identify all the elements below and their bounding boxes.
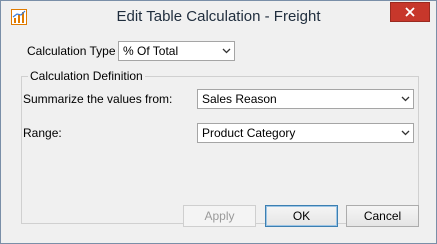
range-value: Product Category [202,126,296,140]
cancel-button[interactable]: Cancel [346,205,419,227]
calculation-type-value: % Of Total [123,44,179,58]
dialog-content: Calculation Type % Of Total Calculation … [9,32,428,234]
calculation-type-dropdown[interactable]: % Of Total [118,41,235,61]
calculation-definition-label: Calculation Definition [28,69,145,83]
chevron-down-icon [397,90,413,108]
close-button[interactable] [390,2,430,22]
calculation-type-label: Calculation Type [27,44,116,58]
dialog-window: Edit Table Calculation - Freight Calcula… [0,0,437,244]
summarize-values-label: Summarize the values from: [23,92,173,106]
ok-button[interactable]: OK [265,205,338,227]
summarize-values-value: Sales Reason [202,92,277,106]
range-label: Range: [23,126,62,140]
chevron-down-icon [397,124,413,142]
chevron-down-icon [218,42,234,60]
title-bar[interactable]: Edit Table Calculation - Freight [1,1,436,32]
window-title: Edit Table Calculation - Freight [116,8,321,25]
summarize-values-dropdown[interactable]: Sales Reason [197,89,414,109]
close-icon [405,7,415,17]
apply-button[interactable]: Apply [183,205,256,227]
range-dropdown[interactable]: Product Category [197,123,414,143]
